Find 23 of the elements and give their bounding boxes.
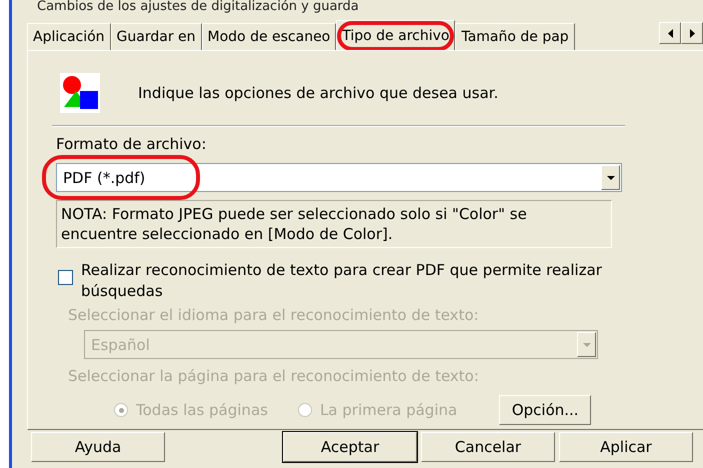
dropdown-arrow-icon — [606, 176, 614, 180]
tab[interactable]: Modo de escaneo — [202, 23, 336, 50]
instruction-text: Indique las opciones de archivo que desea usar. — [138, 84, 498, 102]
left-arrow-icon — [668, 28, 672, 38]
dropdown-arrow-icon — [582, 342, 590, 346]
tab[interactable]: Tamaño de pap — [455, 23, 575, 50]
format-label: Formato de archivo: — [56, 135, 208, 153]
scroll-left-button[interactable] — [659, 22, 681, 44]
dialog-button[interactable]: Cancelar — [421, 432, 555, 462]
tab[interactable]: Tipo de archivo — [336, 20, 456, 50]
dialog-button[interactable]: Aceptar — [283, 432, 417, 462]
page-label: Seleccionar la página para el reconocimiento de texto: — [67, 367, 480, 385]
language-label: Seleccionar el idioma para el reconocimiento de texto: — [67, 306, 480, 324]
dialog-button[interactable]: Aplicar — [559, 432, 693, 462]
scroll-right-button[interactable] — [681, 22, 703, 44]
tab[interactable]: Aplicación — [27, 23, 111, 50]
ocr-checkbox-label: Realizar reconocimiento de texto para crear PDF que permite realizar búsquedas — [81, 260, 603, 302]
dialog-button[interactable]: Ayuda — [31, 432, 165, 462]
note-text: NOTA: Formato JPEG puede ser seleccionado solo si "Color" se encuentre seleccionado en [Modo de Color]. — [56, 200, 612, 248]
shapes-icon — [60, 73, 100, 113]
file-format-dropdown[interactable]: PDF (*.pdf) — [56, 163, 622, 192]
right-arrow-icon — [690, 28, 694, 38]
tab[interactable]: Guardar en — [110, 23, 202, 50]
